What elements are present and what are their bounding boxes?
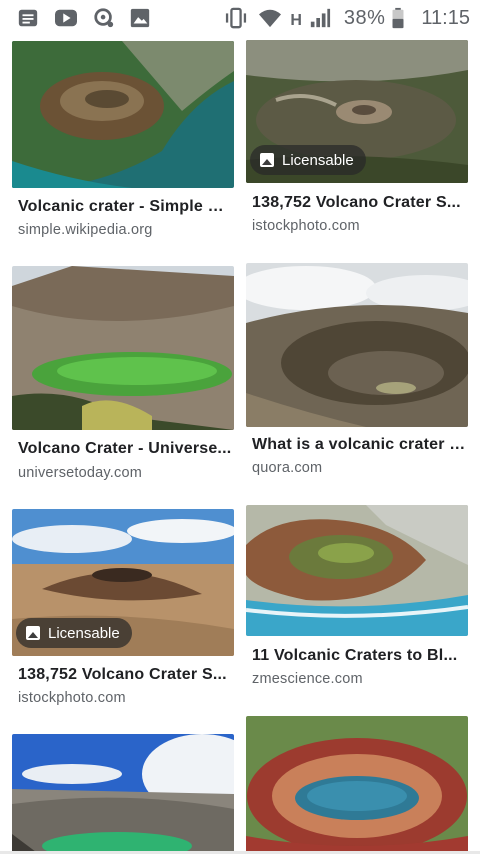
status-bar-system-icons: H 38% 11:15	[222, 6, 470, 30]
signal-icon	[310, 8, 330, 28]
badge-label: Licensable	[48, 624, 120, 642]
result-thumbnail[interactable]	[246, 263, 468, 427]
result-source: istockphoto.com	[18, 690, 126, 706]
result-thumbnail[interactable]: Licensable	[12, 509, 234, 656]
result-title[interactable]: Volcanic crater - Simple E...	[18, 198, 232, 216]
result-source: quora.com	[252, 460, 323, 476]
result-title[interactable]: What is a volcanic crater I...	[252, 436, 466, 454]
badge-label: Licensable	[282, 151, 354, 169]
result-title[interactable]: 138,752 Volcano Crater S...	[18, 666, 232, 684]
gallery-icon	[130, 8, 150, 28]
clock: 11:15	[421, 6, 470, 29]
result-source: simple.wikipedia.org	[18, 222, 153, 238]
result-thumbnail[interactable]	[12, 41, 234, 188]
image-icon	[260, 153, 274, 167]
battery-percent: 38%	[343, 6, 386, 29]
licensable-badge: Licensable	[250, 145, 366, 175]
notes-icon	[18, 9, 38, 27]
result-title[interactable]: 11 Volcanic Craters to Bl...	[252, 647, 466, 665]
network-type: H	[290, 12, 302, 29]
result-thumbnail[interactable]: Licensable	[246, 40, 468, 183]
result-source: istockphoto.com	[252, 218, 360, 234]
result-source: zmescience.com	[252, 671, 363, 687]
wifi-icon	[259, 9, 282, 28]
result-thumbnail[interactable]	[12, 734, 234, 854]
battery-icon	[392, 7, 404, 29]
result-title[interactable]: Volcano Crater - Universe...	[18, 440, 232, 458]
image-results-grid: Volcanic crater - Simple E... simple.wik…	[0, 37, 480, 854]
status-bar-notification-icons	[16, 7, 152, 29]
licensable-badge: Licensable	[16, 618, 132, 648]
status-bar: H 38% 11:15	[0, 0, 480, 37]
image-icon	[26, 626, 40, 640]
assistant-icon	[94, 8, 114, 28]
result-thumbnail[interactable]	[246, 505, 468, 636]
result-thumbnail[interactable]	[246, 716, 468, 854]
youtube-icon	[55, 9, 77, 27]
result-source: universetoday.com	[18, 465, 143, 481]
vibrate-icon	[226, 7, 247, 29]
result-title[interactable]: 138,752 Volcano Crater S...	[252, 194, 466, 212]
result-thumbnail[interactable]	[12, 266, 234, 430]
